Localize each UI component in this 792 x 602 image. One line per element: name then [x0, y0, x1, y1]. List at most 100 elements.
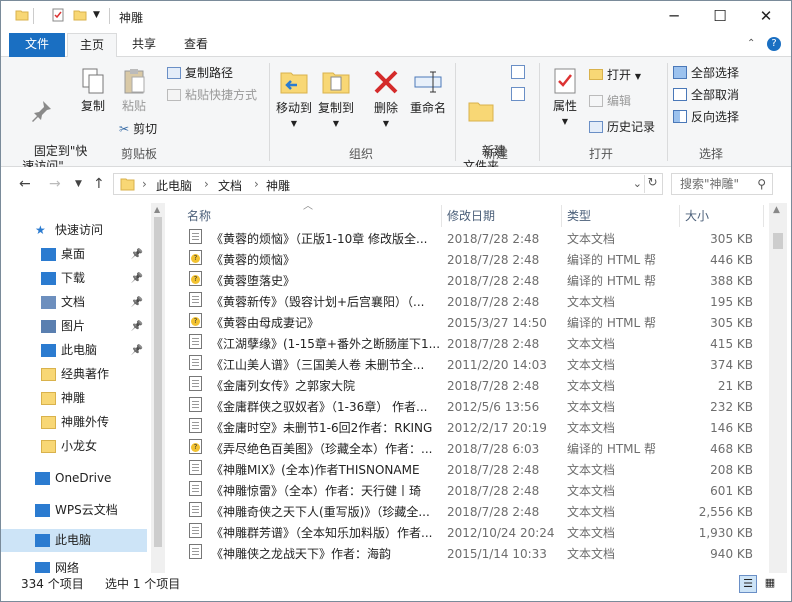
close-button[interactable]: ✕	[743, 1, 789, 33]
open-dropdown-icon: ▼	[634, 72, 641, 81]
tab-view[interactable]: 查看	[173, 33, 219, 57]
file-list-scrollbar[interactable]: ▲	[769, 203, 787, 573]
large-icons-view-icon[interactable]: ▦	[761, 575, 779, 593]
column-header-date[interactable]: 修改日期	[447, 203, 495, 229]
customize-quick-access-icon[interactable]: ▼	[93, 10, 107, 24]
new-item-button[interactable]	[505, 65, 531, 79]
sidebar-item[interactable]: 神雕外传	[1, 411, 147, 434]
breadcrumb-documents[interactable]: 文档	[218, 177, 242, 194]
select-all-button[interactable]: 全部选择	[673, 65, 739, 81]
sidebar-item[interactable]: WPS云文档	[1, 499, 147, 522]
scrollbar-thumb[interactable]	[773, 233, 783, 249]
file-row[interactable]: 《神雕侠之龙战天下》作者：海韵 2015/1/14 10:33 文本文档 940 KB	[181, 544, 769, 565]
sidebar-item[interactable]: 图片 📌	[1, 315, 147, 338]
text-file-icon	[189, 481, 202, 496]
file-row[interactable]: 《神雕惊雷》（全本）作者：天行健丨琦 2018/7/28 2:48 文本文档 601 …	[181, 481, 769, 502]
sidebar-item[interactable]: 经典著作	[1, 363, 147, 386]
open-button[interactable]: 打开 ▼	[589, 67, 641, 85]
file-type: 编译的 HTML 帮	[567, 274, 657, 288]
select-none-button[interactable]: 全部取消	[673, 87, 739, 103]
sidebar-item[interactable]: ★ 快速访问	[1, 219, 147, 242]
up-arrow-icon[interactable]: ↑	[93, 176, 105, 192]
sidebar-item[interactable]: OneDrive	[1, 467, 147, 490]
copy-button[interactable]: 复制	[77, 67, 109, 114]
select-none-icon	[673, 88, 687, 101]
file-row[interactable]: 《神雕奇侠之天下人(重写版)》（珍藏全... 2018/7/28 2:48 文本文档…	[181, 502, 769, 523]
sidebar-item[interactable]: 神雕	[1, 387, 147, 410]
file-row[interactable]: 《金庸时空》未删节1-6回2作者：RKING 2012/2/17 20:19 文本文…	[181, 418, 769, 439]
minimize-button[interactable]: ─	[651, 1, 697, 33]
recent-locations-icon[interactable]: ▼	[75, 179, 82, 189]
file-row[interactable]: 《江湖孽缘》(1-15章+番外之断肠崖下1... 2018/7/28 2:48 文本…	[181, 334, 769, 355]
file-row[interactable]: 《金庸列女传》之郭家大院 2018/7/28 2:48 文本文档 21 KB	[181, 376, 769, 397]
scissors-icon: ✂	[119, 122, 130, 136]
easy-access-button[interactable]	[505, 87, 531, 101]
delete-button[interactable]: 删除 ▼	[367, 67, 405, 131]
column-header-type[interactable]: 类型	[567, 203, 591, 229]
breadcrumb-current[interactable]: 神雕	[266, 177, 290, 194]
delete-dropdown-icon: ▼	[382, 119, 390, 128]
rename-button[interactable]: 重命名	[407, 67, 449, 116]
tab-file[interactable]: 文件	[9, 33, 65, 57]
tab-home[interactable]: 主页	[67, 33, 117, 58]
file-row[interactable]: 《江山美人谱》（三国美人卷 未删节全... 2011/2/20 14:03 文本文档…	[181, 355, 769, 376]
sidebar-item[interactable]: 小龙女	[1, 435, 147, 458]
file-type: 文本文档	[567, 400, 616, 414]
file-date: 2015/1/14 10:33	[447, 547, 547, 561]
search-input[interactable]: 搜索"神雕" ⚲	[671, 173, 773, 195]
back-arrow-icon[interactable]: ←	[19, 176, 31, 192]
scrollbar-thumb[interactable]	[154, 217, 162, 547]
navigation-pane-scrollbar[interactable]: ▲	[151, 203, 165, 573]
file-row[interactable]: 《神雕群芳谱》（全本知乐加料版）作者... 2012/10/24 20:24 文本文…	[181, 523, 769, 544]
search-icon: ⚲	[757, 177, 766, 191]
cut-button[interactable]: ✂ 剪切	[119, 121, 157, 137]
file-type: 文本文档	[567, 484, 616, 498]
sidebar-item-label: 图片	[61, 319, 86, 333]
history-button[interactable]: 历史记录	[589, 119, 655, 135]
properties-icon	[554, 68, 576, 94]
edit-button[interactable]: 编辑	[589, 93, 631, 109]
file-row[interactable]: ? 《黄蓉由母成妻记》 2015/3/27 14:50 编译的 HTML 帮 305 K…	[181, 313, 769, 334]
paste-button[interactable]: 粘贴	[117, 67, 151, 114]
pin-icon: 📌	[130, 345, 143, 356]
text-file-icon	[189, 292, 202, 307]
refresh-icon[interactable]: ↻	[644, 175, 660, 193]
new-folder-icon[interactable]	[73, 8, 87, 22]
file-date: 2018/7/28 2:48	[447, 232, 540, 246]
address-bar[interactable]: › 此电脑 › 文档 › 神雕 ⌄ ↻	[113, 173, 663, 195]
maximize-button[interactable]: ☐	[697, 1, 743, 33]
file-type: 文本文档	[567, 463, 616, 477]
sidebar-item[interactable]: 下载 📌	[1, 267, 147, 290]
file-row[interactable]: 《金庸群侠之驭奴者》（1-36章） 作者... 2012/5/6 13:56 文本文…	[181, 397, 769, 418]
forward-arrow-icon[interactable]: →	[49, 176, 61, 192]
file-row[interactable]: ? 《黄蓉的烦恼》 2018/7/28 2:48 编译的 HTML 帮 446 KB	[181, 250, 769, 271]
move-to-button[interactable]: 移动到 ▼	[273, 67, 315, 131]
invert-selection-button[interactable]: 反向选择	[673, 109, 739, 125]
file-row[interactable]: ? 《黄蓉堕落史》 2018/7/28 2:48 编译的 HTML 帮 388 KB	[181, 271, 769, 292]
sidebar-item[interactable]: 此电脑	[1, 529, 147, 552]
scroll-up-icon[interactable]: ▲	[773, 205, 780, 215]
picture-icon	[41, 320, 56, 333]
scroll-up-icon[interactable]: ▲	[154, 205, 160, 214]
file-row[interactable]: ? 《弄尽绝色百美图》（珍藏全本）作者：... 2018/7/28 6:03 编译的 …	[181, 439, 769, 460]
copy-to-button[interactable]: 复制到 ▼	[315, 67, 357, 131]
file-row[interactable]: 《神雕MIX》(全本)作者THISNONAME 2018/7/28 2:48 文本文…	[181, 460, 769, 481]
help-icon[interactable]: ?	[767, 37, 781, 51]
properties-icon[interactable]	[51, 8, 65, 22]
file-row[interactable]: 《黄蓉新传》（毁容计划+后宫襄阳）（... 2018/7/28 2:48 文本文档 1…	[181, 292, 769, 313]
pin-icon: 📌	[130, 297, 143, 308]
column-header-name[interactable]: 名称	[187, 203, 211, 229]
properties-button[interactable]: 属性 ▼	[545, 67, 585, 129]
breadcrumb-this-pc[interactable]: 此电脑	[156, 177, 192, 194]
details-view-icon[interactable]: ☰	[739, 575, 757, 593]
tab-share[interactable]: 共享	[121, 33, 167, 57]
collapse-ribbon-icon[interactable]: ⌃	[747, 38, 755, 49]
sidebar-item[interactable]: 此电脑 📌	[1, 339, 147, 362]
file-row[interactable]: 《黄蓉的烦恼》（正版1-10章 修改版全... 2018/7/28 2:48 文本文…	[181, 229, 769, 250]
paste-shortcut-button[interactable]: 粘贴快捷方式	[167, 87, 257, 103]
sidebar-item[interactable]: 桌面 📌	[1, 243, 147, 266]
column-header-size[interactable]: 大小	[685, 203, 709, 229]
sidebar-item[interactable]: 文档 📌	[1, 291, 147, 314]
copy-path-button[interactable]: 复制路径	[167, 65, 233, 81]
chevron-down-icon[interactable]: ⌄	[633, 177, 642, 190]
